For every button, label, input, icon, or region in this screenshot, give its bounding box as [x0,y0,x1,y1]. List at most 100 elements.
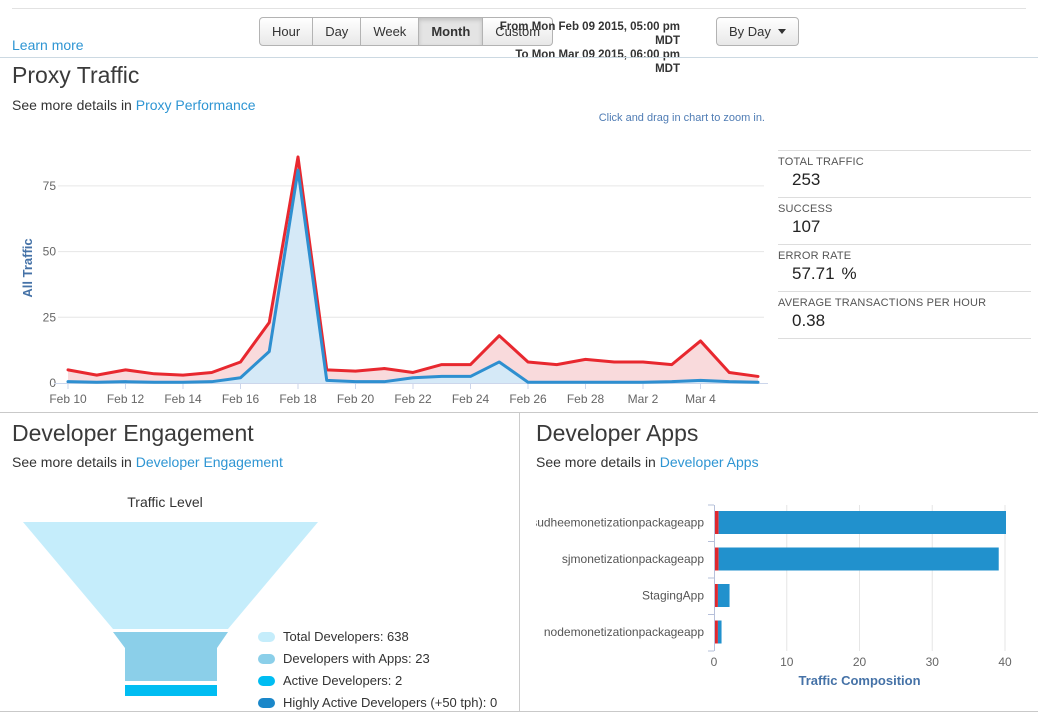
toolbar-divider [0,57,1038,58]
category-label-sudheemonetizationpackageapp: sudheemonetizationpackageapp [536,516,704,530]
legend-label: Developers with Apps: 23 [283,651,430,666]
stat-total-traffic: TOTAL TRAFFIC 253 [778,150,1031,197]
proxy-traffic-subtitle-text: See more details in [12,97,132,113]
y-tick-label: 50 [43,245,57,259]
x-tick-label: 40 [998,655,1012,669]
group-by-dropdown[interactable]: By Day [716,17,799,46]
date-range-to: To Mon Mar 09 2015, 06:00 pm MDT [515,49,680,75]
bar-stagingapp-errors [715,584,718,607]
x-tick-label: 10 [780,655,794,669]
y-tick-label: 75 [43,179,57,193]
bar-sudheemonetizationpackageapp-success [718,511,1006,534]
analytics-dashboard: Hour Day Week Month Custom From Mon Feb 09 2… [0,0,1038,717]
stat-value: 107 [792,217,821,236]
chart-zoom-hint: Click and drag in chart to zoom in. [598,112,765,124]
x-tick-label: Feb 20 [337,392,375,406]
developer-apps-link[interactable]: Developer Apps [660,454,759,470]
stat-value: 57.71% [792,264,857,283]
learn-more-link[interactable]: Learn more [12,37,84,53]
category-label-stagingapp: StagingApp [642,589,704,603]
group-by-label: By Day [729,24,771,39]
date-range-from: From Mon Feb 09 2015, 05:00 pm MDT [499,21,680,47]
x-tick-label: 0 [711,655,718,669]
stat-value: 0.38 [792,311,826,330]
date-range-display: From Mon Feb 09 2015, 05:00 pm MDT To Mo… [492,20,680,76]
x-axis-title: Traffic Composition [798,673,920,688]
bar-sjmonetizationpackageapp-errors [715,547,719,571]
legend-label: Active Developers: 2 [283,673,403,688]
x-tick-label: 20 [853,655,867,669]
x-tick-label: Feb 10 [49,392,87,406]
traffic-stats-panel: TOTAL TRAFFIC 253 SUCCESS 107 ERROR RATE 57.7… [778,150,1031,339]
series-area-all-traffic [68,156,758,383]
bottom-divider [0,711,1038,712]
range-button-week[interactable]: Week [361,17,420,46]
legend-item-total-developers: Total Developers: 638 [258,629,497,644]
chevron-down-icon [777,29,786,34]
bar-sudheemonetizationpackageapp-errors [715,511,719,534]
stat-average-transactions-per-hour: AVERAGE TRANSACTIONS PER HOUR 0.38 [778,291,1031,339]
series-area-success [68,170,758,383]
legend-label: Highly Active Developers (+50 tph): 0 [283,695,498,710]
stat-label: ERROR RATE [778,250,852,262]
proxy-traffic-title: Proxy Traffic [12,62,140,88]
developer-engagement-subtitle: See more details in Developer Engagement [12,454,283,470]
x-tick-label: Feb 24 [452,392,490,406]
stat-label: TOTAL TRAFFIC [778,156,864,168]
x-tick-label: Feb 16 [222,392,260,406]
legend-swatch-icon [258,631,275,642]
y-tick-label: 25 [43,310,57,324]
developer-engagement-title: Developer Engagement [12,420,254,446]
bar-nodemonetizationpackageapp-success [717,620,722,644]
funnel-chart-title: Traffic Level [127,494,203,510]
developer-apps-subtitle: See more details in Developer Apps [536,454,759,470]
series-line-all-traffic [66,155,760,378]
legend-item-highly-active-developers-50-tph: Highly Active Developers (+50 tph): 0 [258,695,497,710]
developer-apps-title: Developer Apps [536,420,699,446]
developer-engagement-subtitle-text: See more details in [12,454,132,470]
bar-stagingapp-success [717,584,730,607]
y-axis-title: All Traffic [20,238,35,297]
stat-label: SUCCESS [778,203,833,215]
legend-label: Total Developers: 638 [283,629,409,644]
stat-value: 253 [792,170,821,189]
x-tick-label: Mar 2 [628,392,659,406]
range-button-hour[interactable]: Hour [259,17,314,46]
range-button-month[interactable]: Month [419,17,484,46]
column-divider [519,413,520,711]
x-tick-label: Mar 4 [685,392,716,406]
series-line-success [66,168,760,384]
x-tick-label: Feb 18 [279,392,317,406]
legend-item-developers-with-apps: Developers with Apps: 23 [258,651,497,666]
stat-error-rate: ERROR RATE 57.71% [778,244,1031,291]
x-tick-label: Feb 28 [567,392,605,406]
bar-nodemonetizationpackageapp-errors [715,620,718,644]
developer-engagement-link[interactable]: Developer Engagement [136,454,283,470]
range-button-day[interactable]: Day [313,17,362,46]
x-tick-label: Feb 26 [509,392,547,406]
legend-swatch-icon [258,697,275,708]
funnel-segment-total-developers [23,522,318,629]
funnel-legend: Total Developers: 638 Developers with App… [258,629,497,717]
category-label-sjmonetizationpackageapp: sjmonetizationpackageapp [562,552,704,566]
stat-label: AVERAGE TRANSACTIONS PER HOUR [778,297,987,309]
x-tick-label: Feb 12 [107,392,145,406]
legend-item-active-developers: Active Developers: 2 [258,673,497,688]
legend-swatch-icon [258,653,275,664]
funnel-segment-developers-with-apps [113,632,228,681]
developer-apps-bar-chart: 0 10 20 30 40 sudheemonetizationpackageapp sjm… [536,504,1012,688]
legend-swatch-icon [258,675,275,686]
funnel-segment-active-developers [125,685,217,696]
category-label-nodemonetizationpackageapp: nodemonetizationpackageapp [544,625,704,639]
stat-success: SUCCESS 107 [778,197,1031,244]
bar-sjmonetizationpackageapp-success [718,547,999,571]
top-divider [12,8,1026,9]
x-tick-label: Feb 22 [394,392,432,406]
x-tick-label: 30 [926,655,940,669]
proxy-traffic-subtitle: See more details in Proxy Performance [12,97,256,113]
developer-apps-subtitle-text: See more details in [536,454,656,470]
proxy-traffic-area-chart[interactable]: 0255075Feb 10 Feb 12 Feb 14 Feb 16 Feb 18 Feb… [18,138,773,410]
stat-unit: % [841,264,857,283]
x-tick-label: Feb 14 [164,392,202,406]
proxy-performance-link[interactable]: Proxy Performance [136,97,256,113]
